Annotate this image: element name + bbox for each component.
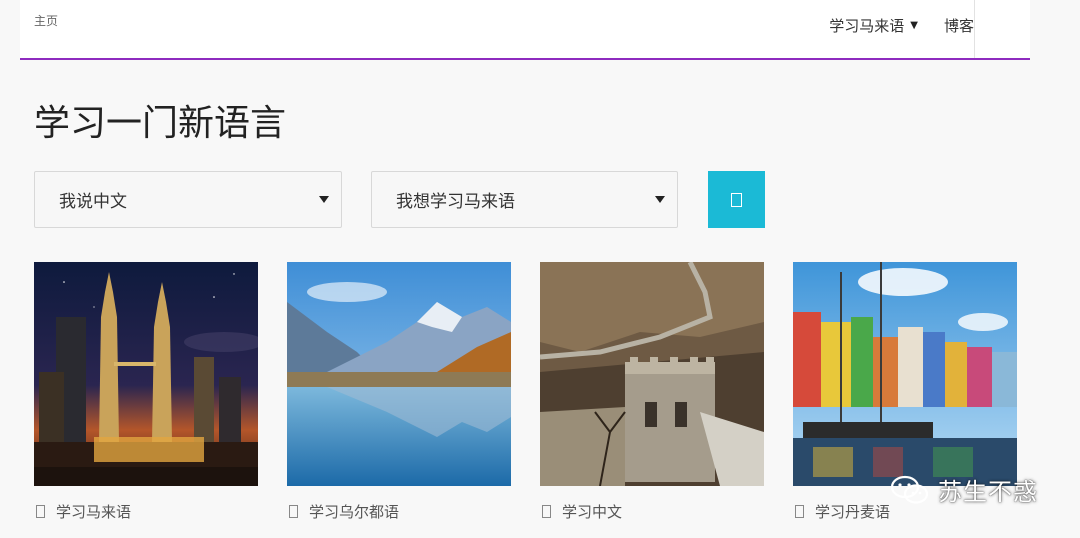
wechat-icon (890, 475, 929, 504)
learn-language-select[interactable]: 我想学习马来语 (371, 171, 678, 228)
card-caption-text: 学习乌尔都语 (309, 503, 400, 521)
top-navigation-bar: 主页 学习马来语 ▼ 博客 (20, 0, 1030, 60)
mountain-lake-photo[interactable] (287, 262, 511, 486)
speak-language-select[interactable]: 我说中文 (34, 171, 342, 228)
nav-blog-label: 博客 (943, 17, 974, 35)
nav-learn-malay-label: 学习马来语 (829, 17, 905, 35)
speak-language-value: 我说中文 (59, 192, 127, 212)
language-card-urdu[interactable]: 学习乌尔都语 (287, 262, 511, 522)
card-caption-text: 学习马来语 (56, 503, 132, 521)
page-title: 学习一门新语言 (34, 103, 287, 144)
home-link[interactable]: 主页 (34, 12, 58, 29)
nav-learn-malay[interactable]: 学习马来语 ▼ (829, 15, 918, 36)
language-card-malay[interactable]: 学习马来语 (34, 262, 258, 522)
card-caption[interactable]: 学习乌尔都语 (287, 501, 511, 522)
missing-glyph-icon (36, 505, 45, 518)
dropdown-arrow-icon (319, 196, 329, 203)
main-nav: 学习马来语 ▼ 博客 (803, 15, 974, 36)
card-caption[interactable]: 学习中文 (540, 501, 764, 522)
great-wall-photo[interactable] (540, 262, 764, 486)
nyhavn-harbor-photo[interactable] (793, 262, 1017, 486)
card-caption[interactable]: 学习马来语 (34, 501, 258, 522)
missing-glyph-icon (731, 192, 742, 207)
missing-glyph-icon (542, 505, 551, 518)
watermark-text: 苏生不惑 (938, 478, 1038, 506)
learn-language-value: 我想学习马来语 (396, 192, 515, 212)
nav-blog[interactable]: 博客 (944, 15, 974, 36)
card-caption-text: 学习丹麦语 (815, 503, 891, 521)
missing-glyph-icon (795, 505, 804, 518)
nav-divider (974, 0, 975, 58)
dropdown-arrow-icon (655, 196, 665, 203)
petronas-towers-night-photo[interactable] (34, 262, 258, 486)
card-caption-text: 学习中文 (562, 503, 623, 521)
missing-glyph-icon (289, 505, 298, 518)
caret-down-icon: ▼ (910, 20, 918, 31)
language-card-chinese[interactable]: 学习中文 (540, 262, 764, 522)
watermark: 苏生不惑 (890, 472, 1038, 507)
go-button[interactable] (708, 171, 765, 228)
